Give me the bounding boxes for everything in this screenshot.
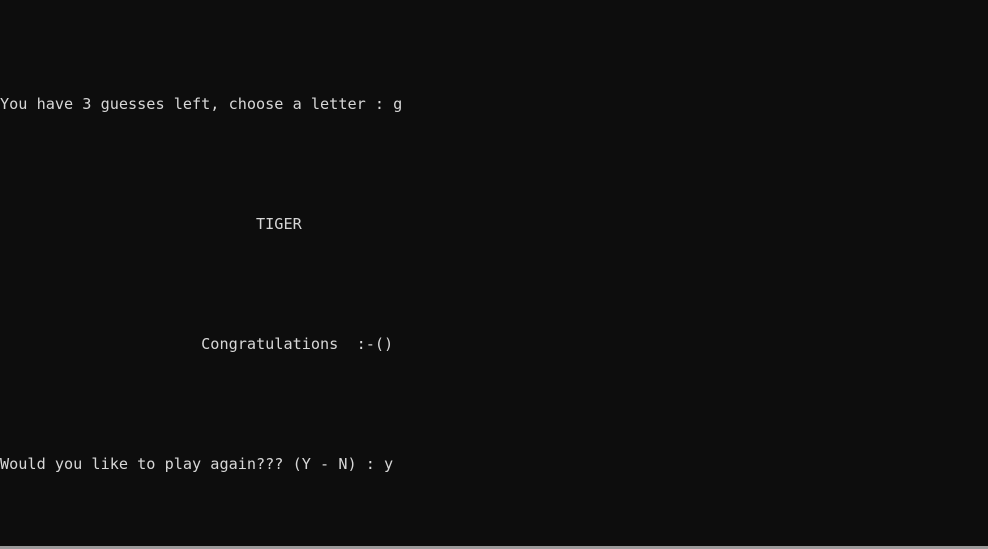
console-output: You have 3 guesses left, choose a letter… — [0, 4, 988, 546]
console-line-play-again-prompt: Would you like to play again??? (Y - N) … — [0, 455, 394, 473]
console-line-congratulations: Congratulations :-() — [0, 335, 394, 353]
terminal-window[interactable]: You have 3 guesses left, choose a letter… — [0, 0, 988, 549]
console-line-guess-prompt-previous: You have 3 guesses left, choose a letter… — [0, 95, 403, 113]
console-line-revealed-word: TIGER — [0, 215, 302, 233]
